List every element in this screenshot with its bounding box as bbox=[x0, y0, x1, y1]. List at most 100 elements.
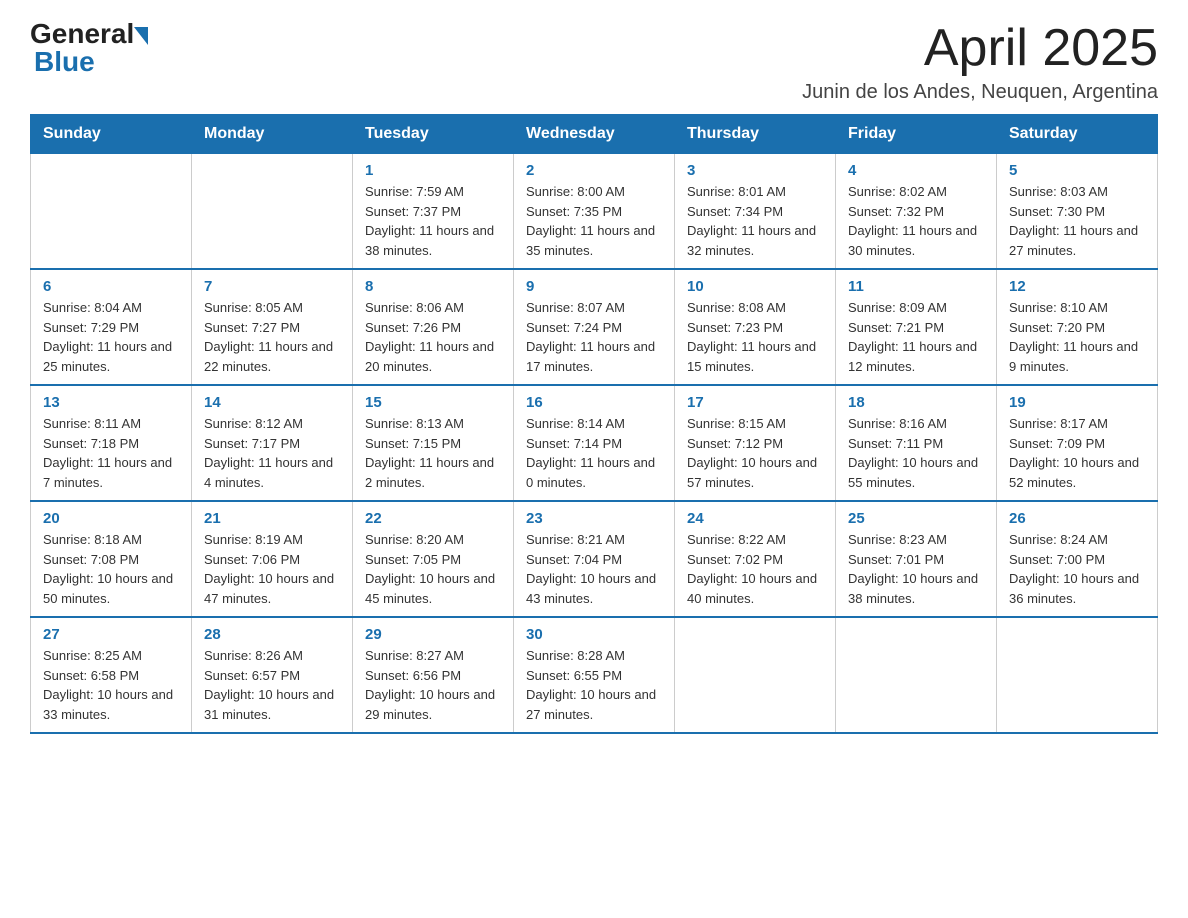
day-number: 16 bbox=[526, 394, 662, 411]
day-header-friday: Friday bbox=[836, 115, 997, 154]
day-number: 11 bbox=[848, 278, 984, 295]
calendar-day-cell: 22 Sunrise: 8:20 AM Sunset: 7:05 PM Dayli… bbox=[353, 501, 514, 617]
day-header-sunday: Sunday bbox=[31, 115, 192, 154]
calendar-day-cell: 6 Sunrise: 8:04 AM Sunset: 7:29 PM Daylig… bbox=[31, 269, 192, 385]
day-number: 13 bbox=[43, 394, 179, 411]
calendar-week-row: 20Sunrise: 8:18 AM Sunset: 7:08 PM Dayli… bbox=[31, 501, 1158, 617]
day-info: Sunrise: 8:27 AM Sunset: 6:56 PM Dayligh… bbox=[365, 646, 501, 724]
calendar-day-cell: 7Sunrise: 8:05 AM Sunset: 7:27 PM Daylig… bbox=[192, 269, 353, 385]
day-info: Sunrise: 8:05 AM Sunset: 7:27 PM Dayligh… bbox=[204, 298, 340, 376]
day-info: Sunrise: 8:08 AM Sunset: 7:23 PM Dayligh… bbox=[687, 298, 823, 376]
calendar-header-row: SundayMondayTuesdayWednesdayThursdayFrid… bbox=[31, 115, 1158, 154]
day-header-saturday: Saturday bbox=[997, 115, 1158, 154]
logo: General Blue bbox=[30, 20, 148, 76]
calendar-day-cell: 15Sunrise: 8:13 AM Sunset: 7:15 PM Dayli… bbox=[353, 385, 514, 501]
calendar-day-cell: 2 Sunrise: 8:00 AM Sunset: 7:35 PM Daylig… bbox=[514, 154, 675, 270]
day-info: Sunrise: 8:12 AM Sunset: 7:17 PM Dayligh… bbox=[204, 414, 340, 492]
day-info: Sunrise: 8:03 AM Sunset: 7:30 PM Dayligh… bbox=[1009, 182, 1145, 260]
day-number: 1 bbox=[365, 162, 501, 179]
calendar-day-cell: 8 Sunrise: 8:06 AM Sunset: 7:26 PM Daylig… bbox=[353, 269, 514, 385]
day-number: 10 bbox=[687, 278, 823, 295]
day-number: 24 bbox=[687, 510, 823, 527]
day-number: 29 bbox=[365, 626, 501, 643]
day-info: Sunrise: 8:13 AM Sunset: 7:15 PM Dayligh… bbox=[365, 414, 501, 492]
calendar-day-cell: 23 Sunrise: 8:21 AM Sunset: 7:04 PM Dayli… bbox=[514, 501, 675, 617]
day-info: Sunrise: 8:07 AM Sunset: 7:24 PM Dayligh… bbox=[526, 298, 662, 376]
calendar-day-cell: 5Sunrise: 8:03 AM Sunset: 7:30 PM Daylig… bbox=[997, 154, 1158, 270]
calendar-day-cell: 25 Sunrise: 8:23 AM Sunset: 7:01 PM Dayli… bbox=[836, 501, 997, 617]
day-info: Sunrise: 8:00 AM Sunset: 7:35 PM Dayligh… bbox=[526, 182, 662, 260]
calendar-week-row: 1Sunrise: 7:59 AM Sunset: 7:37 PM Daylig… bbox=[31, 154, 1158, 270]
day-info: Sunrise: 8:25 AM Sunset: 6:58 PM Dayligh… bbox=[43, 646, 179, 724]
day-number: 2 bbox=[526, 162, 662, 179]
day-info: Sunrise: 8:17 AM Sunset: 7:09 PM Dayligh… bbox=[1009, 414, 1145, 492]
day-info: Sunrise: 8:09 AM Sunset: 7:21 PM Dayligh… bbox=[848, 298, 984, 376]
logo-triangle-icon bbox=[134, 27, 148, 45]
day-number: 8 bbox=[365, 278, 501, 295]
day-number: 19 bbox=[1009, 394, 1145, 411]
day-info: Sunrise: 8:04 AM Sunset: 7:29 PM Dayligh… bbox=[43, 298, 179, 376]
calendar-day-cell: 24 Sunrise: 8:22 AM Sunset: 7:02 PM Dayli… bbox=[675, 501, 836, 617]
day-info: Sunrise: 8:23 AM Sunset: 7:01 PM Dayligh… bbox=[848, 530, 984, 608]
calendar-empty-cell bbox=[836, 617, 997, 733]
day-number: 21 bbox=[204, 510, 340, 527]
day-info: Sunrise: 8:01 AM Sunset: 7:34 PM Dayligh… bbox=[687, 182, 823, 260]
calendar-day-cell: 20Sunrise: 8:18 AM Sunset: 7:08 PM Dayli… bbox=[31, 501, 192, 617]
day-header-monday: Monday bbox=[192, 115, 353, 154]
day-number: 18 bbox=[848, 394, 984, 411]
day-number: 27 bbox=[43, 626, 179, 643]
day-info: Sunrise: 8:22 AM Sunset: 7:02 PM Dayligh… bbox=[687, 530, 823, 608]
calendar-day-cell: 12 Sunrise: 8:10 AM Sunset: 7:20 PM Dayli… bbox=[997, 269, 1158, 385]
calendar-week-row: 13 Sunrise: 8:11 AM Sunset: 7:18 PM Dayli… bbox=[31, 385, 1158, 501]
day-info: Sunrise: 8:02 AM Sunset: 7:32 PM Dayligh… bbox=[848, 182, 984, 260]
day-header-thursday: Thursday bbox=[675, 115, 836, 154]
calendar-day-cell: 21 Sunrise: 8:19 AM Sunset: 7:06 PM Dayli… bbox=[192, 501, 353, 617]
calendar-empty-cell bbox=[192, 154, 353, 270]
day-number: 12 bbox=[1009, 278, 1145, 295]
day-info: Sunrise: 8:28 AM Sunset: 6:55 PM Dayligh… bbox=[526, 646, 662, 724]
calendar-day-cell: 11 Sunrise: 8:09 AM Sunset: 7:21 PM Dayli… bbox=[836, 269, 997, 385]
day-info: Sunrise: 8:11 AM Sunset: 7:18 PM Dayligh… bbox=[43, 414, 179, 492]
day-info: Sunrise: 8:06 AM Sunset: 7:26 PM Dayligh… bbox=[365, 298, 501, 376]
calendar-day-cell: 29 Sunrise: 8:27 AM Sunset: 6:56 PM Dayli… bbox=[353, 617, 514, 733]
page-header: General Blue April 2025 Junin de los And… bbox=[30, 20, 1158, 104]
day-number: 23 bbox=[526, 510, 662, 527]
day-info: Sunrise: 8:15 AM Sunset: 7:12 PM Dayligh… bbox=[687, 414, 823, 492]
day-info: Sunrise: 8:19 AM Sunset: 7:06 PM Dayligh… bbox=[204, 530, 340, 608]
day-info: Sunrise: 8:20 AM Sunset: 7:05 PM Dayligh… bbox=[365, 530, 501, 608]
day-info: Sunrise: 8:18 AM Sunset: 7:08 PM Dayligh… bbox=[43, 530, 179, 608]
month-title: April 2025 bbox=[802, 20, 1158, 77]
calendar-table: SundayMondayTuesdayWednesdayThursdayFrid… bbox=[30, 114, 1158, 734]
location-subtitle: Junin de los Andes, Neuquen, Argentina bbox=[802, 81, 1158, 104]
calendar-day-cell: 1Sunrise: 7:59 AM Sunset: 7:37 PM Daylig… bbox=[353, 154, 514, 270]
day-number: 9 bbox=[526, 278, 662, 295]
calendar-day-cell: 26Sunrise: 8:24 AM Sunset: 7:00 PM Dayli… bbox=[997, 501, 1158, 617]
calendar-empty-cell bbox=[675, 617, 836, 733]
calendar-day-cell: 9 Sunrise: 8:07 AM Sunset: 7:24 PM Daylig… bbox=[514, 269, 675, 385]
day-info: Sunrise: 8:26 AM Sunset: 6:57 PM Dayligh… bbox=[204, 646, 340, 724]
day-number: 30 bbox=[526, 626, 662, 643]
day-info: Sunrise: 8:21 AM Sunset: 7:04 PM Dayligh… bbox=[526, 530, 662, 608]
day-number: 22 bbox=[365, 510, 501, 527]
calendar-empty-cell bbox=[997, 617, 1158, 733]
calendar-day-cell: 18 Sunrise: 8:16 AM Sunset: 7:11 PM Dayli… bbox=[836, 385, 997, 501]
day-number: 4 bbox=[848, 162, 984, 179]
calendar-day-cell: 28 Sunrise: 8:26 AM Sunset: 6:57 PM Dayli… bbox=[192, 617, 353, 733]
day-number: 14 bbox=[204, 394, 340, 411]
calendar-day-cell: 10 Sunrise: 8:08 AM Sunset: 7:23 PM Dayli… bbox=[675, 269, 836, 385]
calendar-week-row: 6 Sunrise: 8:04 AM Sunset: 7:29 PM Daylig… bbox=[31, 269, 1158, 385]
day-number: 26 bbox=[1009, 510, 1145, 527]
day-number: 6 bbox=[43, 278, 179, 295]
calendar-day-cell: 27 Sunrise: 8:25 AM Sunset: 6:58 PM Dayli… bbox=[31, 617, 192, 733]
calendar-day-cell: 3 Sunrise: 8:01 AM Sunset: 7:34 PM Daylig… bbox=[675, 154, 836, 270]
day-info: Sunrise: 8:10 AM Sunset: 7:20 PM Dayligh… bbox=[1009, 298, 1145, 376]
calendar-day-cell: 13 Sunrise: 8:11 AM Sunset: 7:18 PM Dayli… bbox=[31, 385, 192, 501]
calendar-day-cell: 4 Sunrise: 8:02 AM Sunset: 7:32 PM Daylig… bbox=[836, 154, 997, 270]
day-number: 3 bbox=[687, 162, 823, 179]
day-number: 28 bbox=[204, 626, 340, 643]
day-number: 25 bbox=[848, 510, 984, 527]
day-header-wednesday: Wednesday bbox=[514, 115, 675, 154]
calendar-day-cell: 30 Sunrise: 8:28 AM Sunset: 6:55 PM Dayli… bbox=[514, 617, 675, 733]
title-block: April 2025 Junin de los Andes, Neuquen, … bbox=[802, 20, 1158, 104]
day-info: Sunrise: 8:16 AM Sunset: 7:11 PM Dayligh… bbox=[848, 414, 984, 492]
